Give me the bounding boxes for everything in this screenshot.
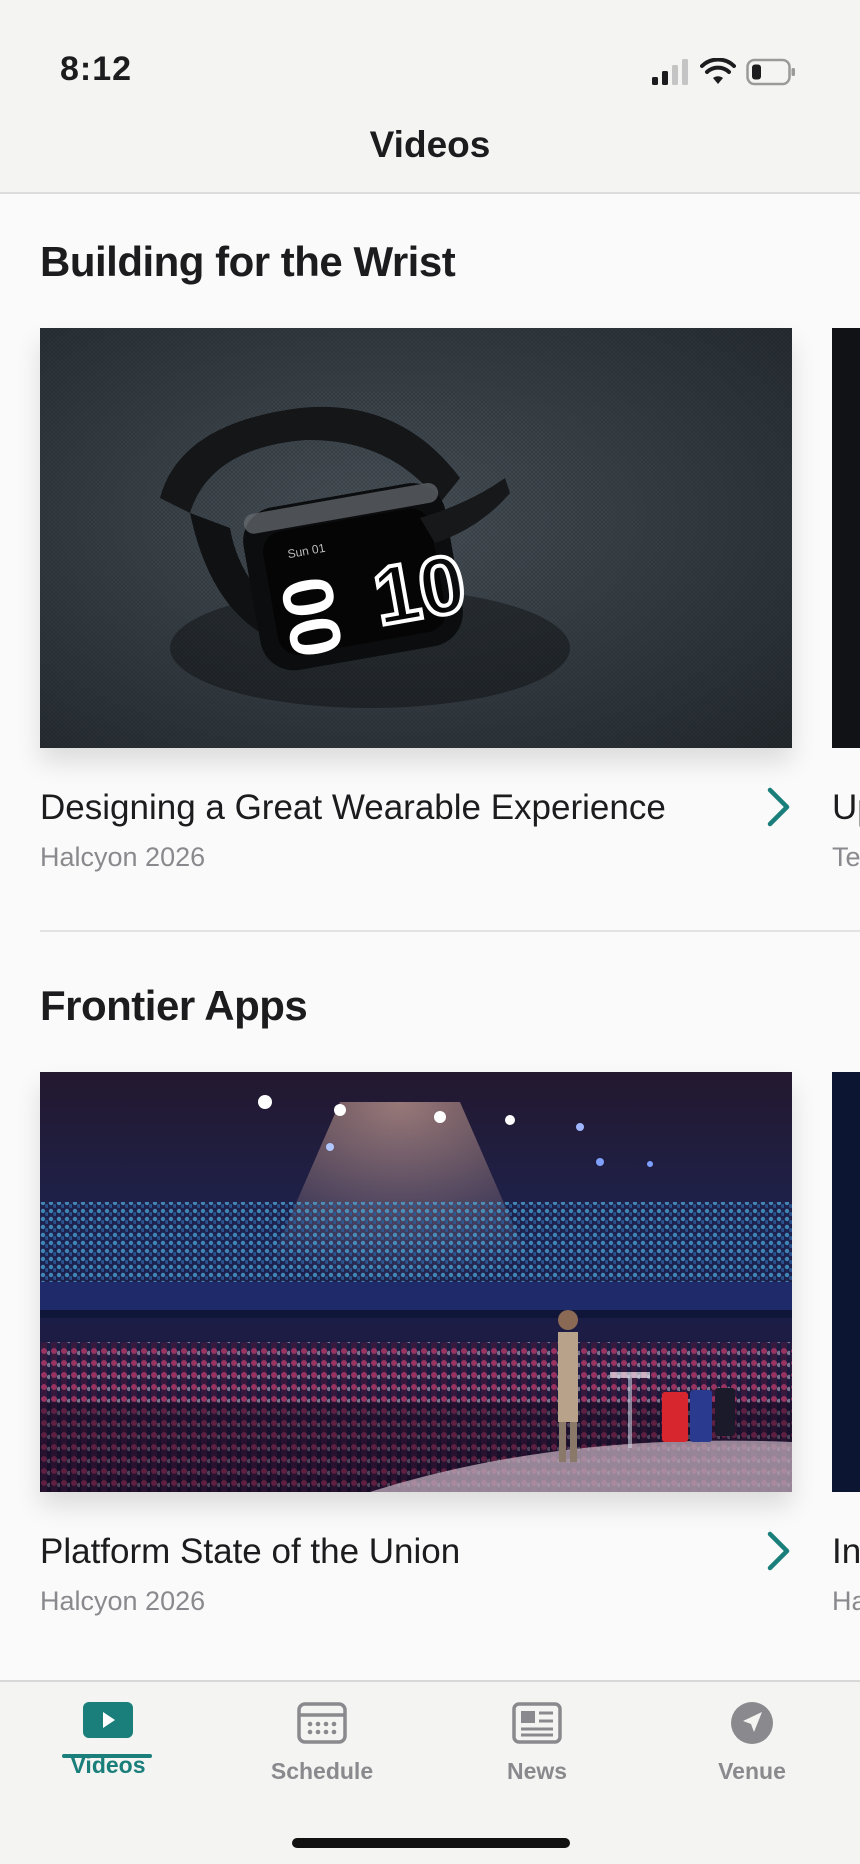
play-icon [83, 1702, 133, 1738]
section-title: Frontier Apps [40, 982, 308, 1029]
svg-text:00: 00 [265, 571, 358, 664]
section-divider [40, 930, 860, 932]
nav-bar: Videos [0, 110, 860, 194]
video-subtitle: Halcyon 2026 [40, 1586, 206, 1616]
tab-news[interactable]: News [452, 1700, 622, 1785]
home-indicator[interactable] [292, 1838, 570, 1848]
status-icons [652, 58, 796, 86]
video-thumbnail-peek[interactable] [832, 1072, 860, 1492]
status-time: 8:12 [60, 50, 133, 88]
calendar-icon [297, 1702, 347, 1744]
tab-videos[interactable]: Videos [23, 1700, 193, 1779]
video-card-peek[interactable]: In Ha [832, 1072, 860, 1632]
video-thumbnail-smartwatch[interactable]: 00 10 Sun 01 [40, 328, 792, 748]
tab-label: Schedule [270, 1758, 374, 1784]
location-arrow-icon [731, 1702, 773, 1744]
newspaper-icon [512, 1702, 562, 1744]
section-title: Building for the Wrist [40, 238, 456, 285]
video-thumbnail-peek[interactable] [832, 328, 860, 748]
video-title[interactable]: Platform State of the Union [40, 1532, 460, 1572]
tab-label: News [506, 1758, 568, 1784]
video-thumbnail-conference[interactable] [40, 1072, 792, 1492]
video-card[interactable]: 00 10 Sun 01 Designing a Great Wearable … [40, 328, 792, 888]
tab-venue[interactable]: Venue [667, 1700, 837, 1785]
video-title[interactable]: Designing a Great Wearable Experience [40, 788, 666, 828]
video-title[interactable]: In [832, 1532, 860, 1572]
battery-icon [746, 58, 795, 86]
video-card[interactable]: Platform State of the Union Halcyon 2026 [40, 1072, 792, 1632]
video-card-peek[interactable]: Up Te [832, 328, 860, 888]
chevron-right-icon[interactable] [766, 786, 792, 828]
video-subtitle: Te [832, 842, 860, 872]
status-bar: 8:12 [0, 0, 860, 110]
wifi-icon [700, 58, 736, 84]
tab-label: Venue [718, 1758, 786, 1784]
video-subtitle: Halcyon 2026 [40, 842, 206, 872]
page-title: Videos [369, 124, 491, 165]
active-tab-indicator [62, 1754, 152, 1758]
tab-schedule[interactable]: Schedule [237, 1700, 407, 1785]
cellular-signal-icon [652, 59, 688, 85]
video-list[interactable]: Building for the Wrist 00 10 Sun 01 Desi… [0, 196, 860, 1680]
svg-text:10: 10 [367, 538, 473, 643]
video-subtitle: Ha [832, 1586, 860, 1616]
video-title[interactable]: Up [832, 788, 860, 828]
chevron-right-icon[interactable] [766, 1530, 792, 1572]
tab-bar: Videos Schedule News Venue [0, 1680, 860, 1864]
